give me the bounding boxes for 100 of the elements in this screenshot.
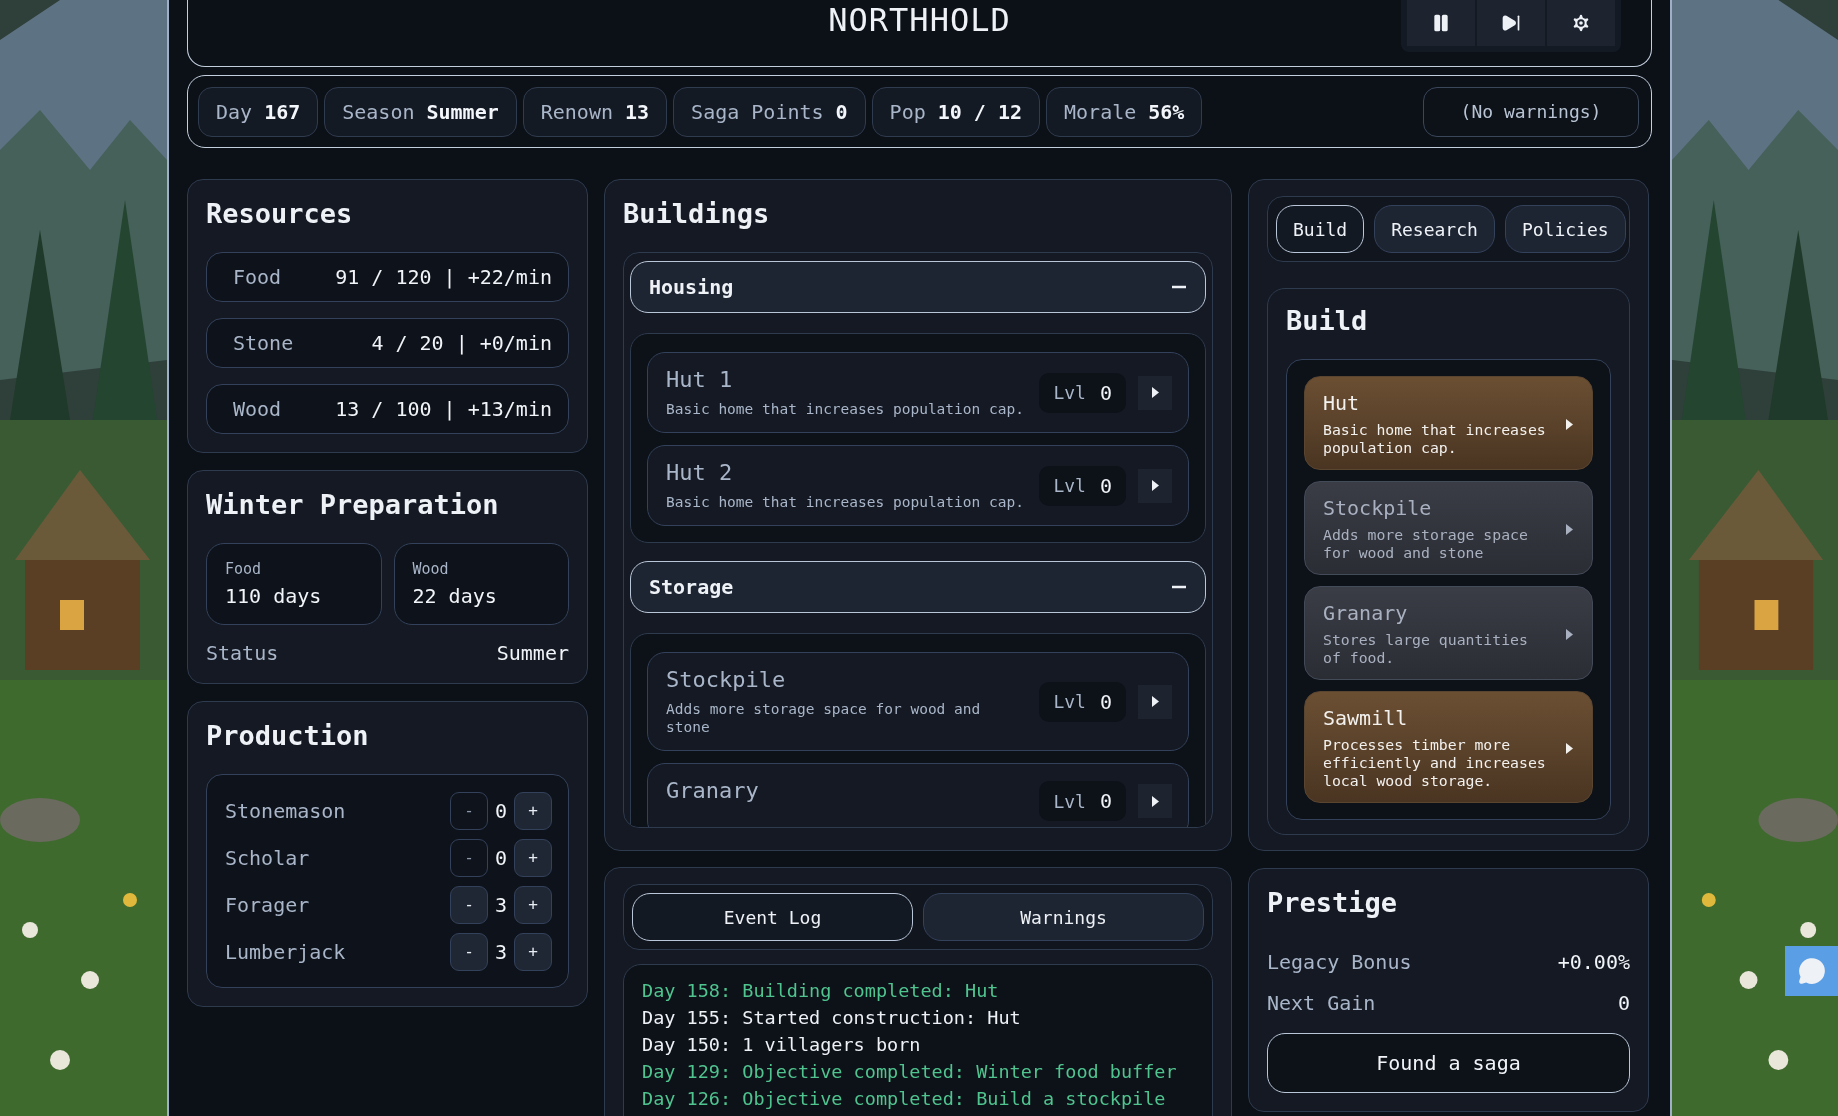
stat-value: 10 / 12: [937, 99, 1022, 124]
stat-value: 56%: [1148, 99, 1185, 124]
stat-value: 167: [264, 99, 301, 124]
status-value: Summer: [496, 641, 569, 665]
caret-icon: [1565, 741, 1574, 755]
upgrade-button[interactable]: [1138, 468, 1172, 503]
upgrade-button[interactable]: [1138, 784, 1172, 818]
supply-label: Wood: [412, 560, 450, 578]
caret-icon: [1150, 386, 1160, 399]
option-name: Hut: [1323, 391, 1361, 415]
option-description: Stores large quantities of food.: [1323, 631, 1529, 667]
log-tab[interactable]: Warnings: [923, 893, 1204, 941]
pause-button[interactable]: [1407, 0, 1475, 46]
job-name: Lumberjack: [225, 939, 347, 964]
fast-forward-icon: [1501, 13, 1521, 33]
stat-label: Renown: [540, 99, 613, 124]
upgrade-button[interactable]: [1138, 684, 1172, 719]
group-header[interactable]: Housing: [630, 261, 1206, 313]
stat-label: Season: [342, 99, 415, 124]
build-option[interactable]: Sawmill Processes timber more efficiently and increases local wood storage.: [1304, 691, 1593, 803]
building-description: Adds more storage space for wood and stone: [666, 700, 982, 736]
prestige-value: +0.00%: [1557, 949, 1630, 974]
panel-title: Production: [206, 719, 370, 753]
building-description: Basic home that increases population cap.: [666, 400, 1025, 418]
resource-value: 13 / 100 | +13/min: [335, 397, 552, 421]
section-title: Build: [1286, 304, 1369, 338]
supply-value: 22 days: [412, 584, 498, 608]
action-tab[interactable]: Build: [1276, 205, 1365, 253]
decrease-button[interactable]: -: [450, 885, 488, 924]
stat-label: Morale: [1064, 99, 1137, 124]
option-description: Processes timber more efficiently and increases local wood storage.: [1323, 736, 1547, 790]
job-name: Stonemason: [225, 798, 347, 823]
level-label: Lvl: [1053, 790, 1086, 812]
job-count: 0: [493, 798, 508, 823]
stat-label: Saga Points: [691, 99, 824, 124]
stat-value: 0: [835, 99, 848, 124]
caret-icon: [1565, 627, 1574, 641]
build-option[interactable]: Granary Stores large quantities of food.: [1304, 586, 1593, 680]
panel-title: Prestige: [1267, 886, 1399, 920]
caret-icon: [1565, 522, 1574, 536]
pause-icon: [1431, 13, 1451, 33]
found-saga-button[interactable]: Found a saga: [1267, 1033, 1630, 1093]
log-tab[interactable]: Event Log: [632, 893, 913, 941]
increase-button[interactable]: +: [514, 791, 552, 830]
game-title: NORTHHOLD: [828, 0, 1011, 40]
build-option[interactable]: Stockpile Adds more storage space for wood and stone: [1304, 481, 1593, 575]
caret-icon: [1150, 479, 1160, 492]
resource-name: Stone: [233, 331, 294, 355]
supply-label: Food: [225, 560, 263, 578]
action-tab[interactable]: Research: [1374, 205, 1495, 253]
panel-title: Resources: [206, 197, 354, 231]
panel-title: Buildings: [623, 197, 771, 231]
option-name: Granary: [1323, 601, 1409, 625]
log-entry: Day 150: 1 villagers born: [642, 1033, 922, 1057]
settings-button[interactable]: [1547, 0, 1615, 46]
level-label: Lvl: [1053, 475, 1086, 496]
building-description: Basic home that increases population cap.: [666, 493, 1025, 511]
decrease-button[interactable]: -: [450, 932, 488, 971]
increase-button[interactable]: +: [514, 885, 552, 924]
stat-value: 13: [625, 99, 650, 124]
caret-icon: [1565, 417, 1574, 431]
log-entry: Day 126: Objective completed: Build a stockpile: [642, 1087, 1167, 1111]
stat-label: Pop: [889, 99, 926, 124]
job-count: 3: [493, 939, 508, 964]
group-header[interactable]: Storage: [630, 561, 1206, 613]
log-entry: Day 158: Building completed: Hut: [642, 979, 1000, 1003]
warnings-badge: (No warnings): [1423, 86, 1639, 137]
job-count: 0: [493, 845, 508, 870]
option-name: Sawmill: [1323, 706, 1409, 730]
fast-forward-button[interactable]: [1477, 0, 1545, 46]
resource-value: 91 / 120 | +22/min: [335, 265, 552, 289]
resource-name: Food: [233, 265, 282, 289]
build-option[interactable]: Hut Basic home that increases population cap.: [1304, 376, 1593, 470]
prestige-label: Next Gain: [1267, 990, 1376, 1015]
increase-button[interactable]: +: [514, 932, 552, 971]
increase-button[interactable]: +: [514, 838, 552, 877]
option-description: Adds more storage space for wood and stone: [1323, 526, 1529, 562]
caret-icon: [1150, 794, 1160, 808]
resource-name: Wood: [233, 397, 282, 421]
chat-icon: [1797, 957, 1826, 985]
level-value: 0: [1099, 473, 1112, 498]
action-tab[interactable]: Policies: [1504, 205, 1626, 253]
panel-title: Winter Preparation: [206, 488, 500, 522]
log-entry: Day 129: Objective completed: Winter food buffer: [642, 1060, 1178, 1084]
status-label: Status: [206, 641, 279, 665]
stat-value: Summer: [426, 99, 499, 124]
resource-value: 4 / 20 | +0/min: [371, 331, 552, 355]
building-name: Hut 2: [666, 460, 734, 485]
prestige-value: 0: [1617, 990, 1630, 1015]
prestige-label: Legacy Bonus: [1267, 949, 1412, 974]
level-value: 0: [1099, 380, 1112, 405]
log-entry: Day 155: Started construction: Hut: [642, 1006, 1022, 1030]
supply-value: 110 days: [225, 584, 323, 608]
job-name: Scholar: [225, 845, 311, 870]
building-name: Stockpile: [666, 667, 787, 692]
upgrade-button[interactable]: [1138, 375, 1172, 410]
building-name: Granary: [666, 778, 760, 803]
job-name: Forager: [225, 892, 311, 917]
level-label: Lvl: [1053, 691, 1086, 712]
settings-icon: [1570, 12, 1592, 34]
